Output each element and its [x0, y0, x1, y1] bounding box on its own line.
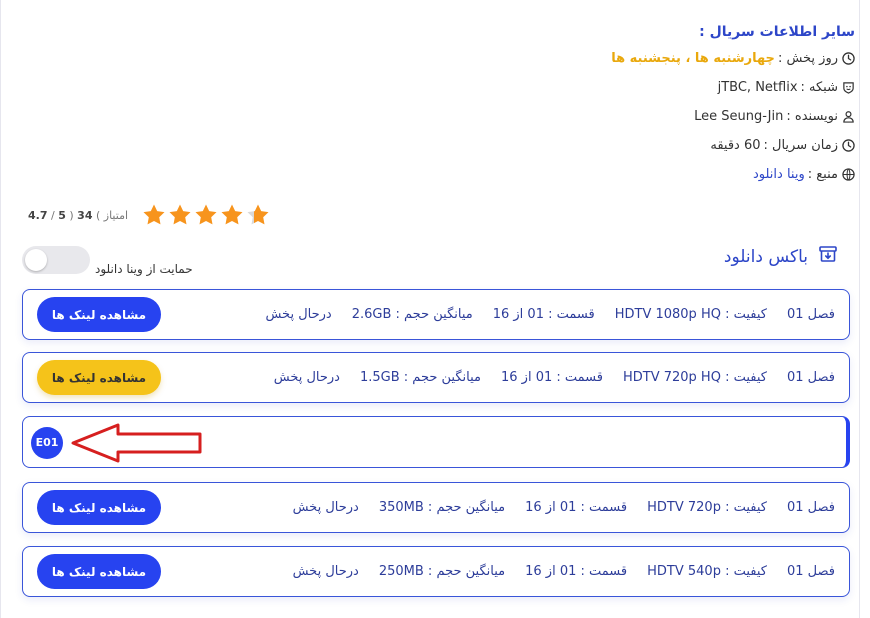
- row-size: میانگین حجم : 2.6GB: [351, 307, 473, 322]
- rating: امتیاز ) 34 ( 5 / 4.7: [28, 203, 272, 227]
- info-row-duration: زمان سریال : 60 دقیقه: [255, 131, 855, 160]
- row-season: فصل 01: [786, 307, 835, 322]
- download-box-header: باکس دانلود: [724, 244, 848, 269]
- row-meta: فصل 01 کیفیت : HDTV 720p HQ قسمت : 01 از…: [274, 353, 835, 402]
- row-season: فصل 01: [786, 370, 835, 385]
- rating-max: 5: [58, 208, 66, 222]
- rating-count-label: امتیاز ): [95, 208, 129, 222]
- network-label: شبکه :: [800, 80, 838, 95]
- view-links-button[interactable]: مشاهده لینک ها: [37, 490, 161, 525]
- download-row: فصل 01 کیفیت : HDTV 720p قسمت : 01 از 16…: [22, 482, 850, 533]
- source-link[interactable]: وینا دانلود: [753, 160, 805, 189]
- row-size: میانگین حجم : 350MB: [378, 500, 506, 515]
- row-status: درحال پخش: [292, 500, 359, 515]
- row-quality: کیفیت : HDTV 720p HQ: [622, 370, 767, 385]
- series-info-title: سایر اطلاعات سریال :: [699, 24, 855, 40]
- rating-count-open: (: [69, 208, 74, 222]
- info-row-air-day: روز پخش : چهارشنبه ها ، پنجشنبه ها: [255, 44, 855, 73]
- star-icon[interactable]: [168, 203, 192, 227]
- support-label: حمایت از وینا دانلود: [95, 262, 193, 276]
- view-links-button[interactable]: مشاهده لینک ها: [37, 554, 161, 589]
- row-size: میانگین حجم : 1.5GB: [359, 370, 481, 385]
- page-right-border: [859, 0, 860, 618]
- row-episode: قسمت : 01 از 16: [525, 500, 628, 515]
- star-icon[interactable]: [142, 203, 166, 227]
- row-season: فصل 01: [786, 564, 835, 579]
- toggle-knob: [25, 249, 47, 271]
- page-left-border: [0, 0, 1, 618]
- rating-text: امتیاز ) 34 ( 5 / 4.7: [28, 209, 128, 222]
- download-row: فصل 01 کیفیت : HDTV 540p قسمت : 01 از 16…: [22, 546, 850, 597]
- view-links-button[interactable]: مشاهده لینک ها: [37, 297, 161, 332]
- rating-score: 4.7: [28, 208, 48, 222]
- row-status: درحال پخش: [265, 307, 332, 322]
- shield-icon: [842, 81, 855, 94]
- clock-icon: [842, 52, 855, 65]
- duration-value: 60 دقیقه: [710, 138, 761, 153]
- row-quality: کیفیت : HDTV 720p: [647, 500, 767, 515]
- row-size: میانگین حجم : 250MB: [378, 564, 506, 579]
- view-links-button[interactable]: مشاهده لینک ها: [37, 360, 161, 395]
- globe-icon: [842, 168, 855, 181]
- row-meta: فصل 01 کیفیت : HDTV 540p قسمت : 01 از 16…: [293, 547, 835, 596]
- series-info: سایر اطلاعات سریال : روز پخش : چهارشنبه …: [255, 20, 855, 189]
- star-icon[interactable]: [194, 203, 218, 227]
- info-row-writer: نویسنده : Lee Seung-Jin: [255, 102, 855, 131]
- duration-label: زمان سریال :: [763, 138, 838, 153]
- row-episode: قسمت : 01 از 16: [500, 370, 603, 385]
- episode-button[interactable]: E01: [31, 427, 63, 459]
- rating-sep: /: [51, 208, 55, 222]
- download-box-title: باکس دانلود: [723, 246, 808, 267]
- row-season: فصل 01: [786, 500, 835, 515]
- arrow-left-icon: [71, 423, 202, 463]
- source-label: منبع :: [807, 167, 838, 182]
- star-icon[interactable]: [246, 203, 270, 227]
- writer-label: نویسنده :: [786, 109, 838, 124]
- download-box-icon: [818, 244, 838, 269]
- download-row: فصل 01 کیفیت : HDTV 1080p HQ قسمت : 01 ا…: [22, 289, 850, 340]
- info-row-source: منبع : وینا دانلود: [255, 160, 855, 189]
- row-status: درحال پخش: [273, 370, 340, 385]
- row-quality: کیفیت : HDTV 1080p HQ: [614, 307, 767, 322]
- air-day-label: روز پخش :: [777, 51, 838, 66]
- info-row-network: شبکه : jTBC, Netflix: [255, 73, 855, 102]
- clock-icon: [842, 139, 855, 152]
- row-status: درحال پخش: [292, 564, 359, 579]
- row-meta: فصل 01 کیفیت : HDTV 720p قسمت : 01 از 16…: [293, 483, 835, 532]
- user-icon: [842, 110, 855, 123]
- row-episode: قسمت : 01 از 16: [525, 564, 628, 579]
- air-day-value: چهارشنبه ها ، پنجشنبه ها: [611, 51, 775, 66]
- star-icon[interactable]: [220, 203, 244, 227]
- row-quality: کیفیت : HDTV 540p: [647, 564, 767, 579]
- rating-stars: [142, 203, 272, 227]
- writer-value: Lee Seung-Jin: [694, 109, 784, 124]
- rating-count: 34: [77, 208, 93, 222]
- network-value: jTBC, Netflix: [717, 80, 798, 95]
- row-meta: فصل 01 کیفیت : HDTV 1080p HQ قسمت : 01 ا…: [265, 290, 835, 339]
- support-toggle[interactable]: [22, 246, 90, 274]
- download-row: فصل 01 کیفیت : HDTV 720p HQ قسمت : 01 از…: [22, 352, 850, 403]
- row-episode: قسمت : 01 از 16: [492, 307, 595, 322]
